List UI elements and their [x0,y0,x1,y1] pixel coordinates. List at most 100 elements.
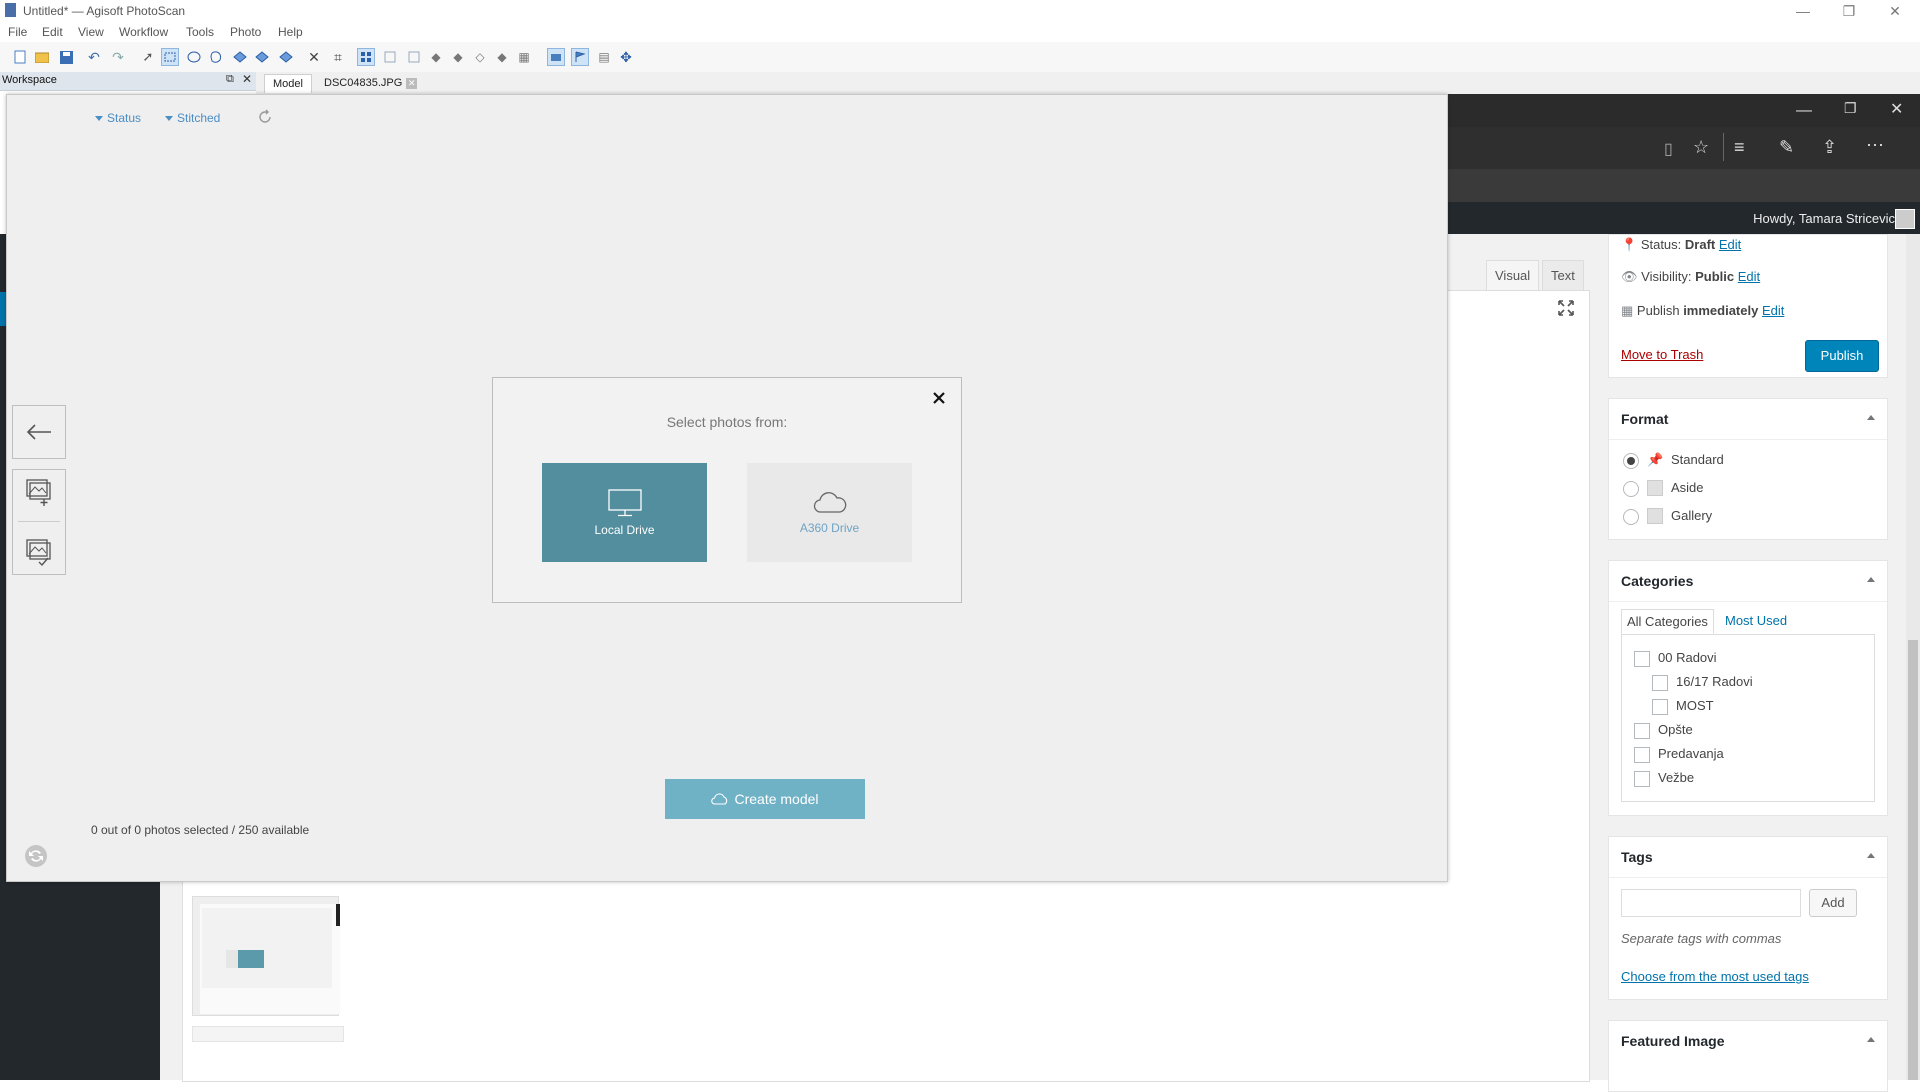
reset-view-icon[interactable]: ✥ [618,49,634,65]
collapse-arrow-icon[interactable] [1867,577,1875,582]
avatar[interactable] [1895,209,1915,229]
image-thumbnail-secondary[interactable] [192,1026,344,1042]
back-button[interactable] [12,405,66,459]
format-radio-gallery[interactable] [1623,509,1639,525]
local-drive-button[interactable]: Local Drive [542,463,707,562]
close-dialog-icon[interactable] [929,388,949,408]
menu-view[interactable]: View [78,25,104,39]
rectangle-selection-icon[interactable] [161,48,179,66]
tab-most-used[interactable]: Most Used [1725,613,1787,628]
document-tab-bar: Model DSC04835.JPG ✕ [256,72,1920,94]
select-photo-icon[interactable] [24,537,54,567]
show-dense-cloud-icon[interactable] [406,49,422,65]
menu-photo[interactable]: Photo [230,25,261,39]
crop-selection-icon[interactable]: ⌗ [330,49,346,65]
tab-all-categories[interactable]: All Categories [1621,609,1714,634]
hub-icon[interactable]: ≡ [1734,137,1745,158]
shaded-model-icon[interactable]: ◆ [428,49,444,65]
add-photo-icon[interactable] [24,477,54,507]
show-region-icon[interactable]: ▤ [596,49,612,65]
move-to-trash-link[interactable]: Move to Trash [1621,347,1703,362]
edit-status-link[interactable]: Edit [1719,237,1741,252]
refresh-icon[interactable] [257,109,273,125]
tab-model[interactable]: Model [264,74,312,93]
category-checkbox[interactable] [1652,675,1668,691]
a360-drive-button[interactable]: A360 Drive [747,463,912,562]
show-cameras-icon[interactable] [357,48,375,66]
solid-model-icon[interactable]: ◆ [450,49,466,65]
distraction-free-icon[interactable] [1558,300,1574,316]
howdy-user[interactable]: Howdy, Tamara Stricevic [1753,211,1895,226]
more-icon[interactable]: ⋯ [1866,135,1884,156]
share-icon[interactable]: ⇪ [1822,137,1837,158]
category-checkbox[interactable] [1634,771,1650,787]
move-object-icon[interactable] [232,49,248,65]
category-checkbox[interactable] [1634,723,1650,739]
page-scrollbar-thumb[interactable] [1908,640,1918,1080]
category-checkbox[interactable] [1634,747,1650,763]
scale-object-icon[interactable] [278,49,294,65]
show-cameras-toggle-icon[interactable] [547,48,565,66]
navigation-cursor-icon[interactable]: ➚ [140,49,156,65]
menu-file[interactable]: File [8,25,27,39]
tiled-model-icon[interactable]: ▦ [516,49,532,65]
tags-box: Tags Add Separate tags with commas Choos… [1608,836,1888,1000]
aside-icon [1647,480,1663,496]
image-thumbnail-preview [200,904,340,1014]
menu-workflow[interactable]: Workflow [119,25,168,39]
status-filter[interactable]: Status [95,111,141,125]
favorite-star-icon[interactable]: ☆ [1693,137,1709,158]
collapse-arrow-icon[interactable] [1867,1037,1875,1042]
delete-selection-icon[interactable]: ✕ [306,49,322,65]
edit-visibility-link[interactable]: Edit [1738,269,1760,284]
format-box: Format 📌 Standard Aside Gallery [1608,398,1888,540]
close-pane-icon[interactable]: ✕ [242,72,252,86]
tab-visual[interactable]: Visual [1486,260,1540,291]
textured-model-icon[interactable]: ◆ [494,49,510,65]
photo-selection-count: 0 out of 0 photos selected / 250 availab… [91,823,310,837]
browser-restore-icon[interactable]: ❐ [1844,100,1857,117]
undo-icon[interactable]: ↶ [86,49,102,65]
category-checkbox[interactable] [1652,699,1668,715]
free-form-selection-icon[interactable] [208,49,224,65]
show-points-icon[interactable] [382,49,398,65]
choose-tags-link[interactable]: Choose from the most used tags [1621,969,1809,984]
minimize-icon[interactable]: — [1780,0,1826,22]
menu-help[interactable]: Help [278,25,303,39]
reading-view-icon[interactable]: ▯ [1664,139,1673,159]
web-note-icon[interactable]: ✎ [1779,137,1794,158]
format-radio-standard[interactable] [1623,453,1639,469]
tab-text[interactable]: Text [1542,260,1584,291]
publish-time-value: immediately [1683,303,1759,318]
close-icon[interactable]: ✕ [1872,0,1918,22]
sync-status-icon[interactable] [23,843,49,869]
stitched-filter[interactable]: Stitched [165,111,220,125]
add-tag-button[interactable]: Add [1809,889,1857,917]
format-radio-aside[interactable] [1623,481,1639,497]
publish-button[interactable]: Publish [1805,340,1879,372]
menu-edit[interactable]: Edit [42,25,63,39]
rotate-object-icon[interactable] [254,49,270,65]
menu-tools[interactable]: Tools [186,25,214,39]
edit-schedule-link[interactable]: Edit [1762,303,1784,318]
restore-icon[interactable]: ❐ [1826,0,1872,22]
wireframe-model-icon[interactable]: ◇ [472,49,488,65]
float-pane-icon[interactable]: ⧉ [226,73,234,86]
collapse-arrow-icon[interactable] [1867,853,1875,858]
collapse-arrow-icon[interactable] [1867,415,1875,420]
browser-minimize-icon[interactable]: — [1796,102,1812,120]
categories-title: Categories [1621,573,1694,589]
open-folder-icon[interactable] [34,49,50,65]
save-icon[interactable] [58,49,74,65]
tab-photo[interactable]: DSC04835.JPG ✕ [316,74,425,92]
close-tab-icon[interactable]: ✕ [406,77,418,89]
eye-icon: 👁 [1621,269,1638,284]
redo-icon[interactable]: ↷ [110,49,126,65]
circle-selection-icon[interactable] [186,49,202,65]
browser-close-icon[interactable]: ✕ [1890,99,1903,119]
create-model-button[interactable]: Create model [665,779,865,819]
category-checkbox[interactable] [1634,651,1650,667]
tag-input[interactable] [1621,889,1801,917]
show-markers-icon[interactable] [571,48,589,66]
new-file-icon[interactable] [12,49,28,65]
